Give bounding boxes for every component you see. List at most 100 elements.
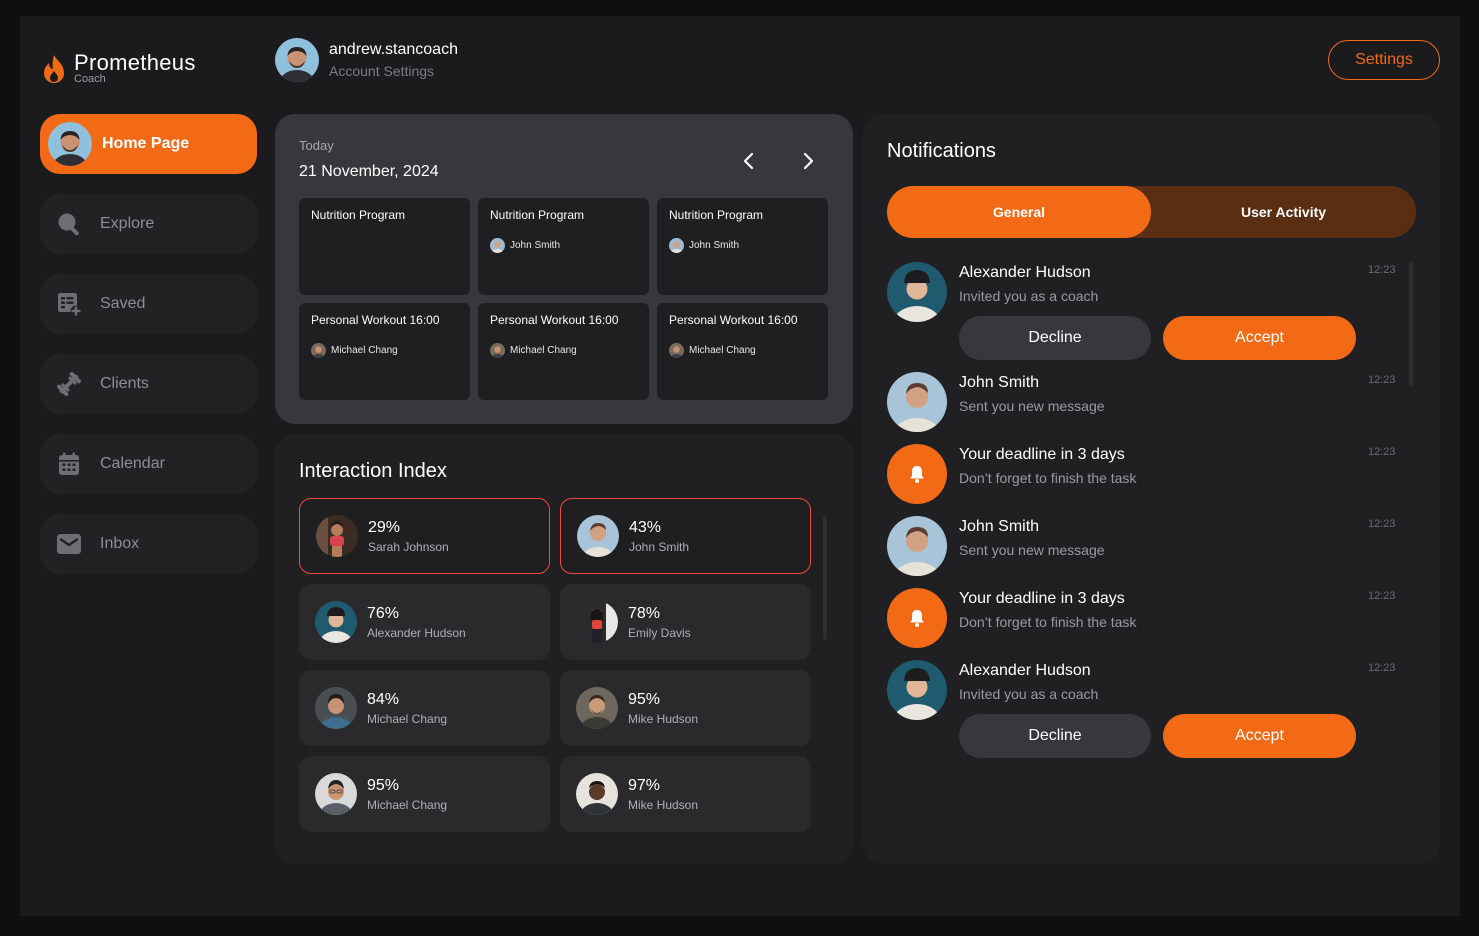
notification-title: John Smith xyxy=(959,518,1040,535)
avatar xyxy=(887,262,947,322)
event-attendee-name: Michael Chang xyxy=(510,345,577,356)
notification-text: Invited you as a coach xyxy=(959,288,1099,304)
interaction-percent: 84% xyxy=(367,690,400,708)
chevron-right-icon xyxy=(803,152,814,170)
client-card[interactable]: 43% John Smith xyxy=(560,498,811,574)
sidebar-item-saved[interactable]: Saved xyxy=(40,274,257,334)
event-attendee-name: John Smith xyxy=(689,240,740,251)
schedule-event[interactable]: Personal Workout 16:00 Michael Chang xyxy=(299,303,470,400)
event-title: Personal Workout 16:00 xyxy=(490,313,619,327)
event-title: Nutrition Program xyxy=(669,208,764,222)
schedule-event[interactable]: Nutrition Program John Smith xyxy=(478,198,649,295)
client-card[interactable]: 95% Michael Chang xyxy=(299,756,550,832)
daily-schedule-panel: Today 21 November, 2024 Nutrition Progra… xyxy=(275,114,853,424)
notification-title: Your deadline in 3 days xyxy=(959,590,1125,607)
today-label: Today xyxy=(299,138,334,153)
accept-button[interactable]: Accept xyxy=(1163,714,1356,758)
client-card[interactable]: 29% Sarah Johnson xyxy=(299,498,550,574)
event-attendee: John Smith xyxy=(490,238,637,253)
notification-text: Sent you new message xyxy=(959,398,1105,414)
interaction-percent: 29% xyxy=(368,518,401,536)
event-attendee-name: Michael Chang xyxy=(331,345,398,356)
account-settings-link[interactable]: Account Settings xyxy=(329,61,458,81)
avatar xyxy=(315,687,357,729)
notification-title: John Smith xyxy=(959,374,1040,391)
client-name: Mike Hudson xyxy=(628,797,699,812)
notification-text: Don’t forget to finish the task xyxy=(959,470,1137,486)
notification-time: 12:23 xyxy=(1368,264,1396,276)
account-header[interactable]: andrew.stancoach Account Settings xyxy=(275,38,458,82)
event-attendee: Michael Chang xyxy=(490,343,637,358)
notification-time: 12:23 xyxy=(1368,590,1396,602)
avatar xyxy=(316,515,358,557)
interaction-index-panel: Interaction Index 29% Sarah Johnson 43% … xyxy=(275,434,853,864)
sidebar-nav: Home Page Explore Saved Clients Calendar xyxy=(40,114,257,594)
flame-logo-icon xyxy=(44,55,64,83)
client-name: Michael Chang xyxy=(367,797,448,812)
app-window: Prometheus Coach andrew.stancoach Accoun… xyxy=(20,16,1460,916)
sidebar-item-label: Home Page xyxy=(102,135,190,152)
section-title: Interaction Index xyxy=(299,460,447,482)
client-name: Michael Chang xyxy=(367,711,448,726)
avatar xyxy=(669,343,684,358)
sidebar-item-clients[interactable]: Clients xyxy=(40,354,257,414)
tab-general[interactable]: General xyxy=(887,186,1151,238)
avatar xyxy=(315,601,357,643)
mail-icon xyxy=(56,531,82,557)
interaction-percent: 43% xyxy=(629,518,662,536)
avatar xyxy=(577,515,619,557)
prev-day-button[interactable] xyxy=(738,150,760,172)
event-attendee: Michael Chang xyxy=(669,343,816,358)
event-attendee-name: John Smith xyxy=(510,240,561,251)
avatar xyxy=(576,687,618,729)
search-icon xyxy=(56,211,82,237)
event-title: Personal Workout 16:00 xyxy=(669,313,798,327)
notification-title: Your deadline in 3 days xyxy=(959,446,1125,463)
client-card[interactable]: 97% Mike Hudson xyxy=(560,756,811,832)
decline-button[interactable]: Decline xyxy=(959,316,1151,360)
brand-subtitle: Coach xyxy=(74,73,106,85)
client-card[interactable]: 95% Mike Hudson xyxy=(560,670,811,746)
avatar xyxy=(315,773,357,815)
avatar xyxy=(490,343,505,358)
schedule-event[interactable]: Personal Workout 16:00 Michael Chang xyxy=(478,303,649,400)
client-name: Alexander Hudson xyxy=(367,625,466,640)
sidebar-item-explore[interactable]: Explore xyxy=(40,194,257,254)
brand-logo[interactable]: Prometheus Coach xyxy=(40,52,196,85)
schedule-event[interactable]: Personal Workout 16:00 Michael Chang xyxy=(657,303,828,400)
client-card[interactable]: 78% Emily Davis xyxy=(560,584,811,660)
saved-list-icon xyxy=(56,291,82,317)
notification-time: 12:23 xyxy=(1368,446,1396,458)
sidebar-item-calendar[interactable]: Calendar xyxy=(40,434,257,494)
avatar xyxy=(576,601,618,643)
avatar[interactable] xyxy=(275,38,319,82)
client-card[interactable]: 84% Michael Chang xyxy=(299,670,550,746)
client-card[interactable]: 76% Alexander Hudson xyxy=(299,584,550,660)
scrollbar[interactable] xyxy=(823,516,827,640)
notification-title: Alexander Hudson xyxy=(959,662,1091,679)
avatar xyxy=(669,238,684,253)
event-title: Personal Workout 16:00 xyxy=(311,313,440,327)
scrollbar[interactable] xyxy=(1409,262,1413,386)
interaction-percent: 97% xyxy=(628,776,661,794)
interaction-percent: 95% xyxy=(628,690,661,708)
avatar xyxy=(887,372,947,432)
accept-button[interactable]: Accept xyxy=(1163,316,1356,360)
notification-text: Sent you new message xyxy=(959,542,1105,558)
sidebar-item-inbox[interactable]: Inbox xyxy=(40,514,257,574)
notification-time: 12:23 xyxy=(1368,662,1396,674)
chevron-left-icon xyxy=(743,152,754,170)
sidebar-item-home[interactable]: Home Page xyxy=(40,114,257,174)
next-day-button[interactable] xyxy=(797,150,819,172)
settings-button[interactable]: Settings xyxy=(1328,40,1440,80)
notification-title: Alexander Hudson xyxy=(959,264,1091,281)
notifications-panel: Notifications General User Activity Alex… xyxy=(863,114,1440,864)
interaction-grid: 29% Sarah Johnson 43% John Smith 76% Ale… xyxy=(299,498,811,832)
tab-user-activity[interactable]: User Activity xyxy=(1151,186,1416,238)
decline-button[interactable]: Decline xyxy=(959,714,1151,758)
sidebar-item-label: Saved xyxy=(100,295,146,312)
schedule-event[interactable]: Nutrition Program xyxy=(299,198,470,295)
current-date: 21 November, 2024 xyxy=(299,163,439,180)
event-attendee: John Smith xyxy=(669,238,816,253)
schedule-event[interactable]: Nutrition Program John Smith xyxy=(657,198,828,295)
